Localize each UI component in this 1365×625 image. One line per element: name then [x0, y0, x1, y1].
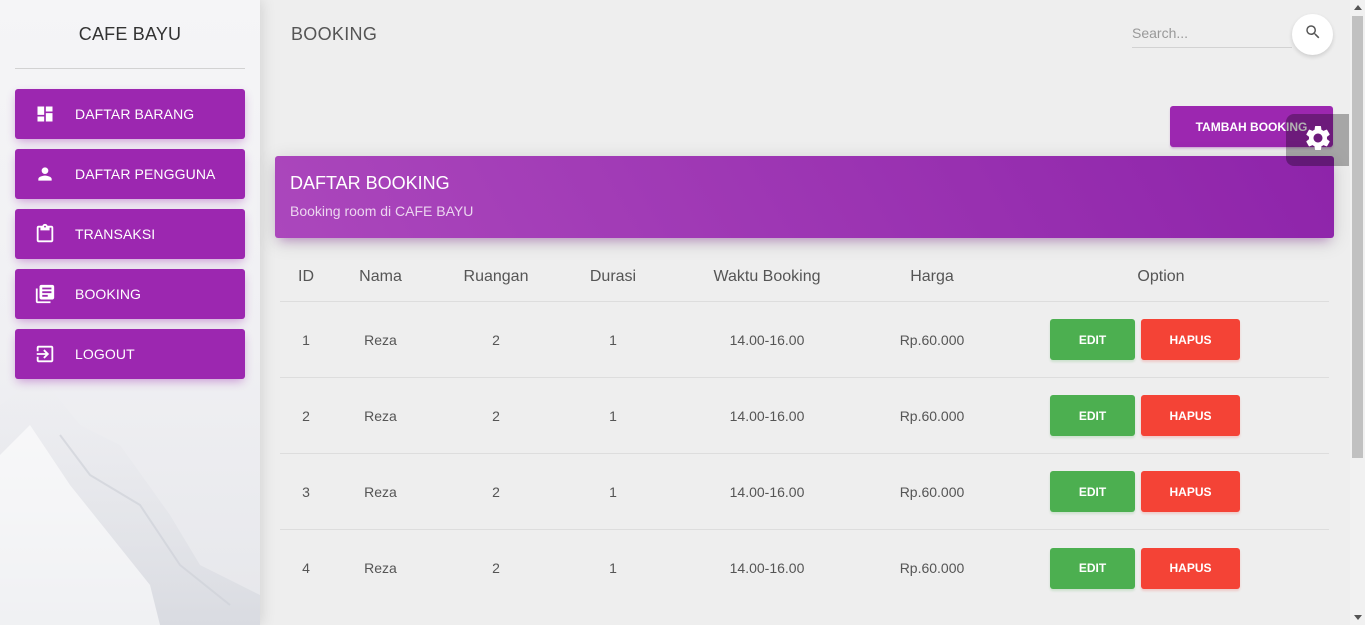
- sidebar-item-logout[interactable]: LOGOUT: [15, 329, 245, 379]
- sidebar-item-label: BOOKING: [75, 286, 142, 302]
- table-header-row: ID Nama Ruangan Durasi Waktu Booking Har…: [280, 254, 1329, 302]
- person-icon: [33, 162, 57, 186]
- cell-ruangan: 2: [492, 560, 500, 576]
- table-row: 1 Reza 2 1 14.00-16.00 Rp.60.000 EDIT HA…: [280, 302, 1329, 378]
- cell-option: EDIT HAPUS: [993, 302, 1329, 377]
- search-button[interactable]: [1292, 14, 1333, 55]
- table-row: 3 Reza 2 1 14.00-16.00 Rp.60.000 EDIT HA…: [280, 454, 1329, 530]
- sidebar-background-image: [0, 375, 260, 625]
- cell-nama: Reza: [364, 483, 397, 500]
- sidebar: CAFE BAYU DAFTAR BARANG DAFTAR PENGGUNA …: [0, 0, 260, 625]
- delete-button[interactable]: HAPUS: [1141, 319, 1240, 360]
- cell-ruangan: 2: [492, 407, 500, 424]
- cell-ruangan: 2: [492, 331, 500, 348]
- column-header-nama: Nama: [359, 267, 402, 285]
- row-actions: EDIT HAPUS: [1050, 471, 1240, 512]
- brand-logo-text[interactable]: CAFE BAYU: [15, 0, 245, 69]
- card-title: DAFTAR BOOKING: [290, 173, 450, 193]
- clipboard-icon: [33, 222, 57, 246]
- cell-nama: Reza: [364, 407, 397, 424]
- sidebar-nav: DAFTAR BARANG DAFTAR PENGGUNA TRANSAKSI …: [15, 89, 245, 389]
- page-title[interactable]: BOOKING: [291, 24, 377, 45]
- table-row: 4 Reza 2 1 14.00-16.00 Rp.60.000 EDIT HA…: [280, 530, 1329, 606]
- sidebar-item-transaksi[interactable]: TRANSAKSI: [15, 209, 245, 259]
- delete-button[interactable]: HAPUS: [1141, 395, 1240, 436]
- cell-harga: Rp.60.000: [899, 560, 965, 576]
- delete-button[interactable]: HAPUS: [1141, 471, 1240, 512]
- cell-harga: Rp.60.000: [899, 407, 965, 424]
- column-header-durasi: Durasi: [589, 267, 637, 285]
- logout-icon: [33, 342, 57, 366]
- cell-ruangan: 2: [492, 483, 500, 500]
- column-header-option: Option: [1137, 267, 1185, 285]
- cell-nama: Reza: [364, 331, 397, 348]
- row-actions: EDIT HAPUS: [1050, 319, 1240, 360]
- cell-nama: Reza: [364, 560, 397, 576]
- edit-button[interactable]: EDIT: [1050, 395, 1135, 436]
- card-header: DAFTAR BOOKING Booking room di CAFE BAYU: [275, 156, 1334, 238]
- cell-waktu-booking: 14.00-16.00: [729, 407, 805, 424]
- edit-button[interactable]: EDIT: [1050, 319, 1135, 360]
- cell-durasi: 1: [609, 483, 617, 500]
- cell-option: EDIT HAPUS: [993, 378, 1329, 453]
- scroll-up-arrow-icon[interactable]: [1350, 0, 1365, 15]
- scrollbar-thumb[interactable]: [1352, 16, 1363, 458]
- cell-id: 2: [302, 407, 310, 424]
- sidebar-item-label: DAFTAR BARANG: [75, 106, 195, 122]
- settings-plugin-button[interactable]: [1286, 114, 1349, 166]
- column-header-harga: Harga: [910, 267, 954, 285]
- gear-icon: [1303, 123, 1333, 158]
- delete-button[interactable]: HAPUS: [1141, 547, 1240, 589]
- cell-harga: Rp.60.000: [899, 483, 965, 500]
- cell-id: 4: [302, 560, 310, 576]
- cell-waktu-booking: 14.00-16.00: [729, 331, 805, 348]
- cell-waktu-booking: 14.00-16.00: [729, 560, 805, 576]
- edit-button[interactable]: EDIT: [1050, 547, 1135, 589]
- cell-durasi: 1: [609, 331, 617, 348]
- cell-option: EDIT HAPUS: [993, 454, 1329, 529]
- cell-id: 3: [302, 483, 310, 500]
- sidebar-item-daftar-barang[interactable]: DAFTAR BARANG: [15, 89, 245, 139]
- sidebar-item-booking[interactable]: BOOKING: [15, 269, 245, 319]
- column-header-waktu-booking: Waktu Booking: [713, 267, 821, 285]
- cell-option: EDIT HAPUS: [993, 530, 1329, 606]
- sidebar-item-label: TRANSAKSI: [75, 226, 156, 242]
- dashboard-icon: [33, 102, 57, 126]
- card-subtitle: Booking room di CAFE BAYU: [290, 203, 474, 219]
- table-row: 2 Reza 2 1 14.00-16.00 Rp.60.000 EDIT HA…: [280, 378, 1329, 454]
- search-input[interactable]: [1132, 18, 1292, 48]
- column-header-ruangan: Ruangan: [463, 267, 529, 285]
- sidebar-item-label: LOGOUT: [75, 346, 135, 362]
- main-panel: BOOKING TAMBAH BOOKING DAFTAR BOOKING Bo…: [260, 0, 1350, 625]
- sidebar-item-label: DAFTAR PENGGUNA: [75, 166, 216, 182]
- library-books-icon: [33, 282, 57, 306]
- scroll-down-arrow-icon[interactable]: [1350, 610, 1365, 625]
- row-actions: EDIT HAPUS: [1050, 395, 1240, 436]
- row-actions: EDIT HAPUS: [1050, 547, 1240, 589]
- cell-harga: Rp.60.000: [899, 331, 965, 348]
- sidebar-item-daftar-pengguna[interactable]: DAFTAR PENGGUNA: [15, 149, 245, 199]
- cell-id: 1: [302, 331, 310, 348]
- booking-table: ID Nama Ruangan Durasi Waktu Booking Har…: [280, 254, 1329, 606]
- search-icon: [1304, 23, 1322, 46]
- cell-waktu-booking: 14.00-16.00: [729, 483, 805, 500]
- vertical-scrollbar[interactable]: [1350, 0, 1365, 625]
- edit-button[interactable]: EDIT: [1050, 471, 1135, 512]
- cell-durasi: 1: [609, 560, 617, 576]
- cell-durasi: 1: [609, 407, 617, 424]
- column-header-id: ID: [298, 267, 314, 285]
